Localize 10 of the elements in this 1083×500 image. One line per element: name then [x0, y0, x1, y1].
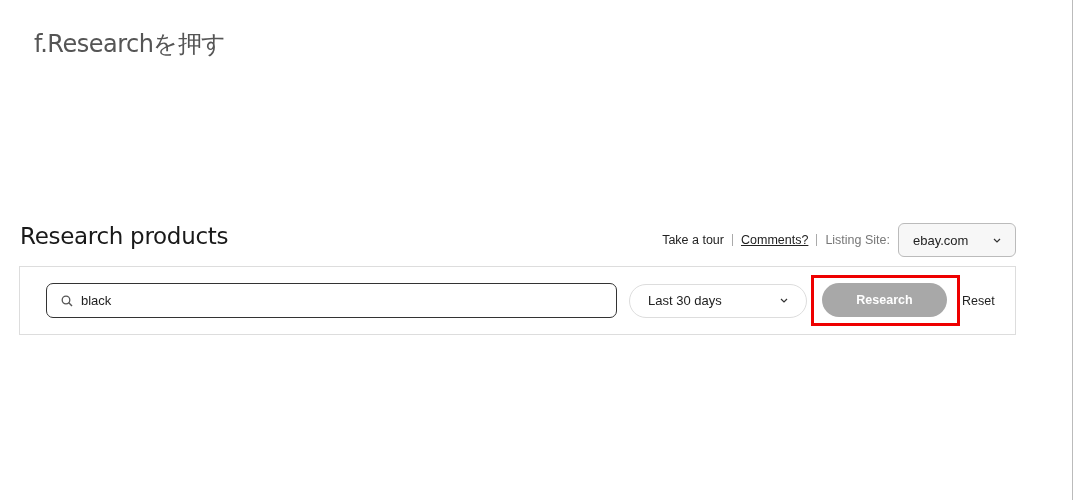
listing-site-label: Listing Site: [825, 233, 890, 247]
chevron-down-icon [993, 237, 1001, 243]
page-title: Research products [20, 223, 229, 249]
listing-site-dropdown[interactable]: ebay.com [898, 223, 1016, 257]
link[interactable]: Comments? [741, 233, 809, 247]
chevron-down-icon [780, 298, 788, 303]
reset-link[interactable]: Reset [962, 293, 995, 308]
step-caption: f.Researchを押す [33, 29, 227, 60]
search-field[interactable]: black [46, 283, 617, 318]
link[interactable]: Take a tour [662, 233, 724, 247]
